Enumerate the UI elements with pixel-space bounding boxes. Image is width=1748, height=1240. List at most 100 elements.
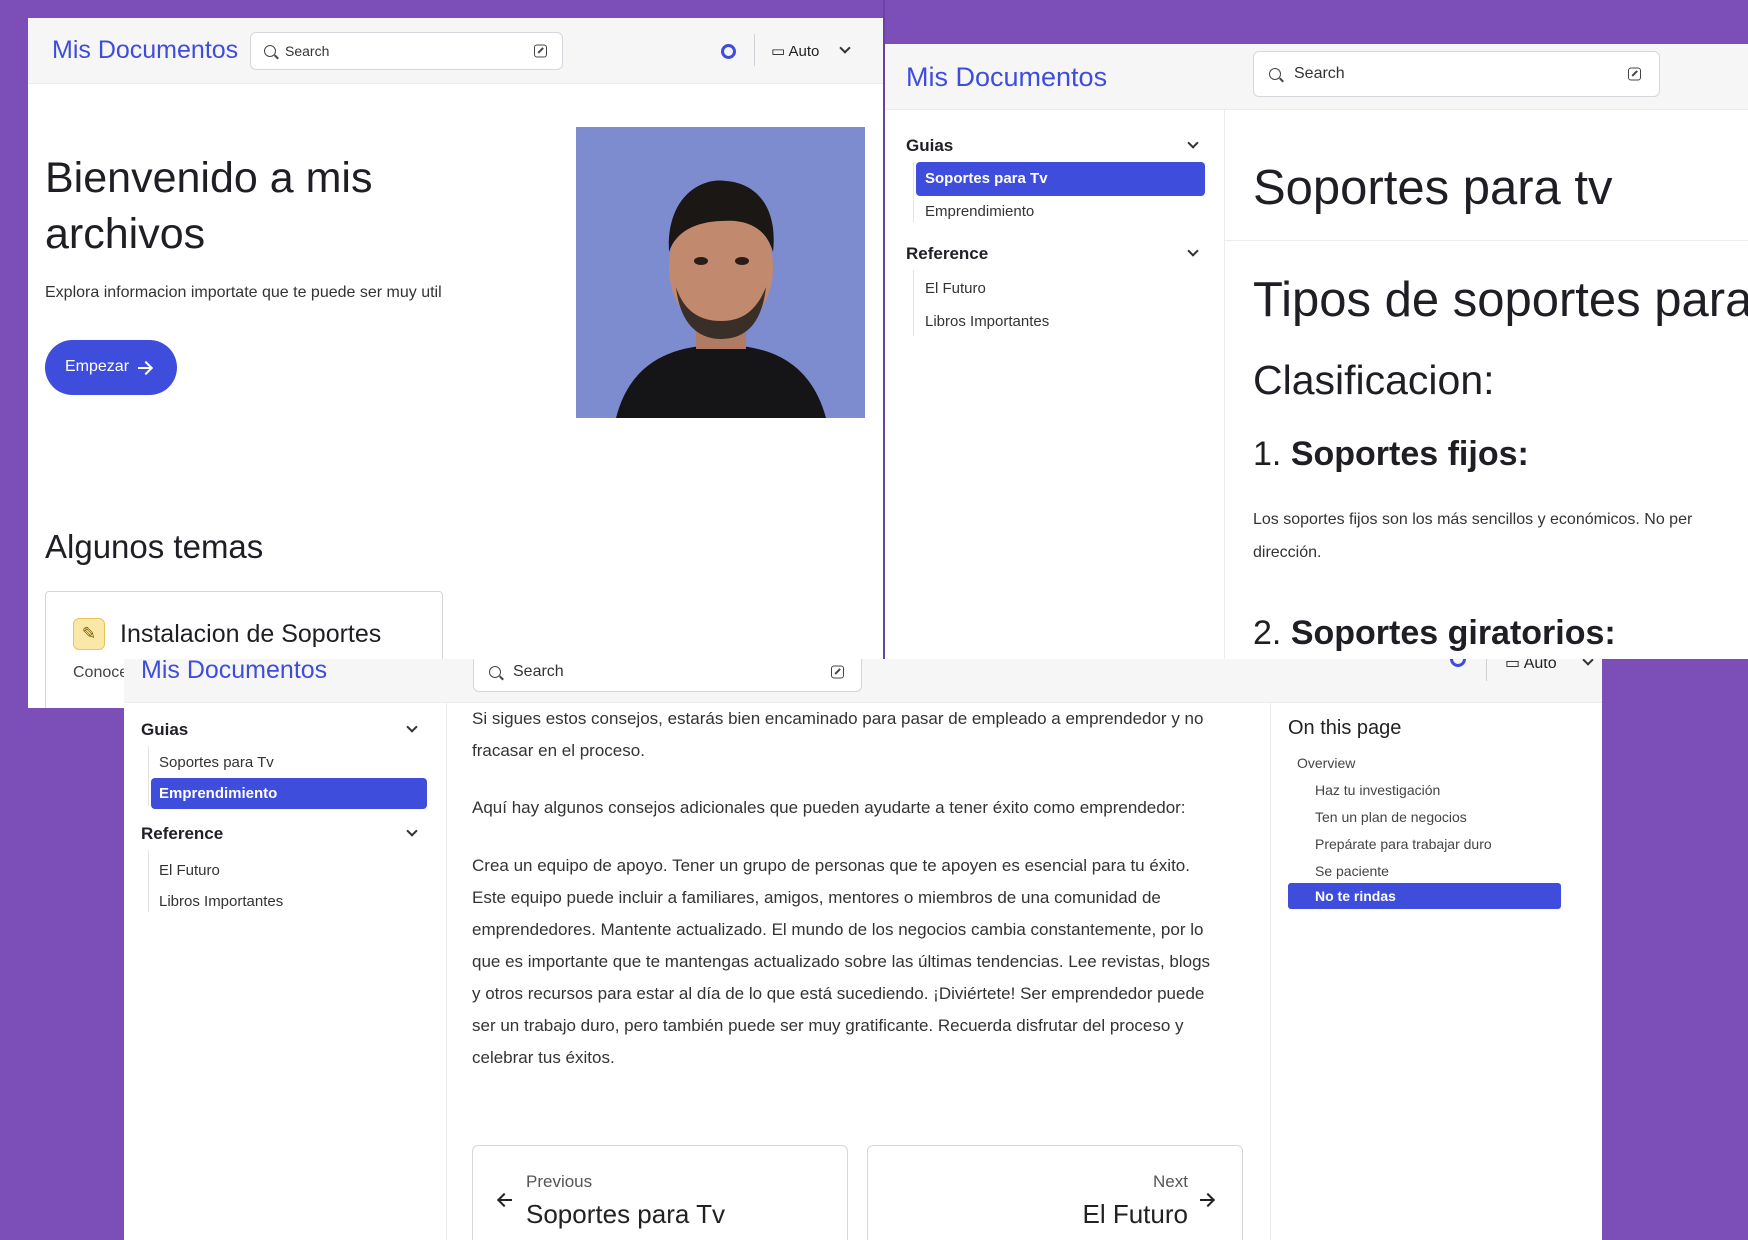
next-page-link[interactable]: Next El Futuro [867,1145,1243,1240]
chevron-down-icon [406,721,418,733]
search-placeholder: Search [1294,65,1345,82]
monitor-icon: ▭ [771,43,786,60]
toc-item-trabajar-duro[interactable]: Prepárate para trabajar duro [1315,836,1492,852]
github-icon[interactable] [1450,659,1466,667]
sidebar-item-emprendimiento[interactable]: Emprendimiento [151,778,427,809]
search-placeholder: Search [285,43,330,59]
search-input[interactable]: Search [250,32,563,70]
chevron-down-icon[interactable] [839,42,851,54]
pencil-icon: ✎ [73,618,105,650]
navbar-divider [1486,659,1487,681]
toc-item-se-paciente[interactable]: Se paciente [1315,863,1389,879]
keyboard-shortcut-icon [1628,67,1641,81]
topic-card-title: Instalacion de Soportes [120,620,382,648]
site-title[interactable]: Mis Documentos [52,36,238,65]
arrow-right-icon [138,367,150,369]
title-divider [1225,240,1748,241]
start-button[interactable]: Empezar [45,340,177,395]
toc-item-overview[interactable]: Overview [1297,755,1355,771]
site-title[interactable]: Mis Documentos [141,659,327,685]
site-title[interactable]: Mis Documentos [906,62,1107,93]
theme-select-value: Auto [1523,659,1557,672]
previous-page-link[interactable]: Previous Soportes para Tv [472,1145,848,1240]
tv-docs-window: Mis Documentos Search Guias Soportes par… [884,44,1748,659]
sidebar-group-guias[interactable]: Guias [141,720,446,740]
search-icon [1269,68,1281,80]
toc-item-no-te-rindas[interactable]: No te rindas [1288,883,1561,909]
sidebar-group-reference[interactable]: Reference [141,824,446,844]
top-navbar: Mis Documentos Search ▭ Auto [124,659,1602,703]
navbar-divider [754,34,755,66]
sidebar-item-el-futuro[interactable]: El Futuro [925,280,986,297]
tree-line [148,746,149,806]
sidebar-group-reference[interactable]: Reference [906,244,1224,264]
profile-photo [576,127,865,418]
heading-3-text: Soportes fijos: [1290,435,1529,473]
theme-select-value: Auto [788,43,820,60]
hero-title-line-2: archivos [45,210,206,258]
paragraph-line: que es importante que te mantengas actua… [472,952,1211,971]
heading-3-number: 1. [1253,435,1282,473]
paragraph: Crea un equipo de apoyo. Tener un grupo … [472,850,1210,1074]
sidebar-item-libros-importantes[interactable]: Libros Importantes [159,893,283,910]
monitor-icon: ▭ [1505,659,1521,672]
page-title: Soportes para tv [1253,161,1613,215]
main-content: Si sigues estos consejos, estarás bien e… [472,703,1252,1240]
window-border [883,0,885,659]
sidebar-group-label: Reference [906,244,989,263]
sidebar-item-soportes-para-tv[interactable]: Soportes para Tv [916,162,1205,196]
home-window: Mis Documentos Search ▭ Auto Bienvenido … [28,18,884,708]
theme-select[interactable]: ▭ Auto [771,42,819,60]
previous-title: Soportes para Tv [526,1199,725,1229]
paragraph-line: Este equipo puede incluir a familiares, … [472,888,1161,907]
search-input[interactable]: Search [1253,51,1660,97]
arrow-right-icon [1200,1199,1212,1201]
sidebar-item-libros-importantes[interactable]: Libros Importantes [925,313,1049,330]
search-icon [264,45,276,57]
hero-title-line-1: Bienvenido a mis [45,154,373,202]
heading-3: 2. Soportes giratorios: [1253,614,1616,653]
github-icon[interactable] [721,44,736,59]
paragraph: Aquí hay algunos consejos adicionales qu… [472,798,1186,817]
hero-title: Bienvenido a mis archivos [45,150,372,262]
paragraph-line: ser un trabajo duro, pero también puede … [472,1016,1184,1035]
toc: On this page Overview Haz tu investigaci… [1270,703,1602,1240]
next-label: Next [1153,1172,1188,1191]
keyboard-shortcut-icon [534,44,547,58]
heading-3-text: Soportes giratorios: [1290,614,1616,652]
sidebar-item-el-futuro[interactable]: El Futuro [159,862,220,879]
tree-line [913,270,914,336]
search-placeholder: Search [513,663,564,680]
paragraph-line: fracasar en el proceso. [472,741,645,760]
toc-title: On this page [1288,717,1402,739]
emprendimiento-docs-window: Guias Soportes para Tv Emprendimiento Re… [124,659,1602,1240]
hero-subtitle: Explora informacion importate que te pue… [45,284,442,301]
topics-heading: Algunos temas [45,528,264,565]
search-input[interactable]: Search [473,659,862,692]
sidebar-item-emprendimiento[interactable]: Emprendimiento [925,203,1034,220]
sidebar-group-label: Guias [906,136,954,155]
paragraph-line: emprendedores. Mantente actualizado. El … [472,920,1204,939]
sidebar-group-label: Guias [141,720,189,739]
chevron-down-icon [406,825,418,837]
top-navbar: Mis Documentos Search [884,44,1748,110]
keyboard-shortcut-icon [831,665,844,679]
previous-label: Previous [526,1172,593,1191]
chevron-down-icon [1187,137,1199,149]
top-navbar: Mis Documentos Search ▭ Auto [28,18,884,84]
chevron-down-icon [1187,245,1199,257]
search-icon [489,666,501,678]
sidebar-item-soportes-para-tv[interactable]: Soportes para Tv [159,754,274,771]
chevron-down-icon[interactable] [1582,659,1594,666]
tree-line [913,162,914,222]
toc-item-investigacion[interactable]: Haz tu investigación [1315,782,1440,798]
paragraph-line: celebrar tus éxitos. [472,1048,615,1067]
sidebar-group-guias[interactable]: Guias [906,136,1224,156]
paragraph-line: Si sigues estos consejos, estarás bien e… [472,709,1204,728]
toc-item-plan-negocios[interactable]: Ten un plan de negocios [1315,809,1467,825]
start-button-label: Empezar [65,358,130,375]
arrow-left-icon [500,1199,512,1201]
paragraph-line: dirección. [1253,544,1322,561]
sidebar-group-label: Reference [141,824,224,843]
theme-select[interactable]: ▭ Auto [1505,659,1557,673]
